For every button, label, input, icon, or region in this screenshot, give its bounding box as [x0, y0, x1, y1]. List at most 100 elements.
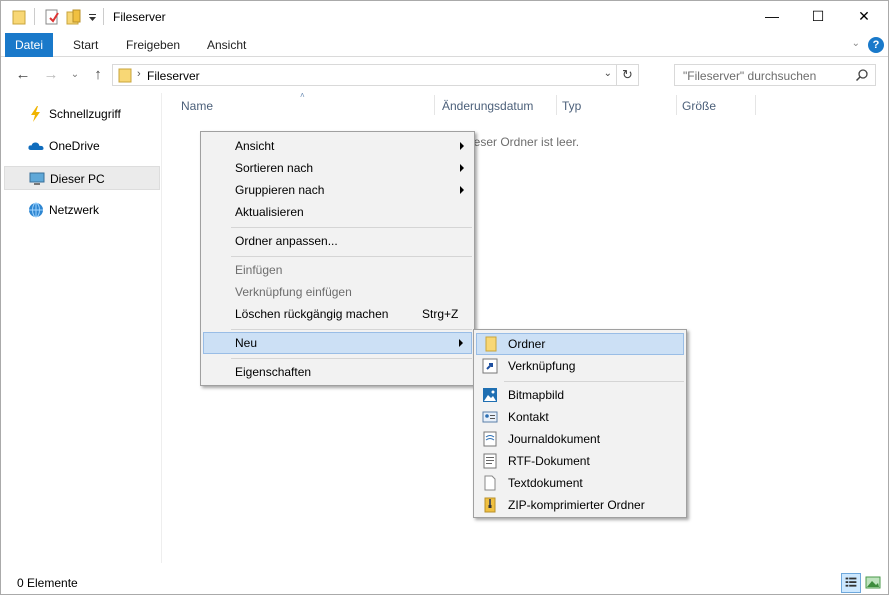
properties-icon[interactable]: [44, 9, 60, 25]
journal-icon: [483, 431, 497, 447]
menu-separator: [231, 329, 472, 330]
menu-item-eigenschaften[interactable]: Eigenschaften: [203, 361, 472, 383]
submenu-item-ordner[interactable]: Ordner: [476, 333, 684, 355]
close-button[interactable]: ✕: [841, 1, 887, 31]
recent-locations-button[interactable]: ⌄: [65, 65, 85, 85]
sidebar-item-label: Schnellzugriff: [49, 107, 121, 121]
ribbon-tabs: Datei Start Freigeben Ansicht ⌄ ?: [1, 33, 888, 57]
item-count: 0 Elemente: [17, 576, 78, 590]
submenu-arrow-icon: [460, 186, 464, 194]
minimize-icon: —: [765, 8, 779, 24]
menu-separator: [231, 256, 472, 257]
menu-item-label: Ordner anpassen...: [235, 234, 338, 248]
bitmap-icon: [483, 388, 497, 402]
menu-item-label: Einfügen: [235, 263, 283, 277]
folder-icon: [118, 68, 132, 83]
submenu-item-verknuepfung[interactable]: Verknüpfung: [476, 355, 684, 377]
minimize-button[interactable]: —: [749, 1, 795, 31]
submenu-item-journaldokument[interactable]: Journaldokument: [476, 428, 684, 450]
column-header-date[interactable]: Änderungsdatum: [442, 99, 533, 115]
menu-item-label: Journaldokument: [508, 432, 601, 446]
breadcrumb-separator-icon[interactable]: ›: [137, 68, 141, 80]
menu-item-label: Verknüpfung einfügen: [235, 285, 352, 299]
menu-item-label: Aktualisieren: [235, 205, 304, 219]
menu-item-label: Löschen rückgängig machen: [235, 307, 389, 321]
details-view-icon[interactable]: [841, 573, 861, 593]
submenu-item-zip-ordner[interactable]: ZIP-komprimierter Ordner: [476, 494, 684, 516]
search-box[interactable]: "Fileserver" durchsuchen: [674, 64, 876, 86]
menu-item-gruppieren-nach[interactable]: Gruppieren nach: [203, 179, 472, 201]
ribbon-expand-icon[interactable]: ⌄: [852, 38, 860, 49]
text-document-icon: [484, 475, 496, 491]
submenu-item-kontakt[interactable]: Kontakt: [476, 406, 684, 428]
menu-item-label: Ansicht: [235, 139, 275, 153]
maximize-icon: ☐: [811, 7, 825, 24]
column-header-size[interactable]: Größe: [682, 99, 716, 115]
folder-icon: [485, 336, 497, 352]
network-icon: [29, 202, 43, 218]
menu-item-ansicht[interactable]: Ansicht: [203, 135, 472, 157]
search-input[interactable]: "Fileserver" durchsuchen: [683, 69, 816, 83]
title-separator: [103, 8, 104, 25]
menu-item-verknuepfung-einfuegen[interactable]: Verknüpfung einfügen: [203, 281, 472, 303]
search-icon[interactable]: [855, 68, 869, 82]
menu-item-sortieren-nach[interactable]: Sortieren nach: [203, 157, 472, 179]
tab-ansicht[interactable]: Ansicht: [197, 33, 256, 57]
sidebar-item-netzwerk[interactable]: Netzwerk: [4, 198, 160, 222]
menu-item-loeschen-rueckgaengig[interactable]: Löschen rückgängig machen Strg+Z: [203, 303, 472, 325]
navigation-pane: Schnellzugriff OneDrive Dieser PC Netzwe…: [1, 93, 162, 563]
menu-item-label: Verknüpfung: [508, 359, 576, 373]
title-separator: [34, 8, 35, 25]
menu-item-label: Kontakt: [508, 410, 549, 424]
submenu-arrow-icon: [459, 339, 463, 347]
menu-item-neu[interactable]: Neu: [203, 332, 472, 354]
up-button[interactable]: ↑: [88, 65, 108, 85]
menu-item-label: Sortieren nach: [235, 161, 314, 175]
sort-ascending-icon: ˄: [300, 91, 305, 100]
help-icon[interactable]: ?: [868, 37, 884, 53]
menu-item-ordner-anpassen[interactable]: Ordner anpassen...: [203, 230, 472, 252]
sidebar-item-dieser-pc[interactable]: Dieser PC: [4, 166, 160, 190]
menu-item-einfuegen[interactable]: Einfügen: [203, 259, 472, 281]
window-title: Fileserver: [113, 10, 166, 24]
maximize-button[interactable]: ☐: [795, 1, 841, 31]
breadcrumb-fileserver[interactable]: Fileserver: [147, 69, 200, 83]
rtf-icon: [483, 453, 497, 469]
menu-item-aktualisieren[interactable]: Aktualisieren: [203, 201, 472, 223]
submenu-item-bitmapbild[interactable]: Bitmapbild: [476, 384, 684, 406]
column-divider[interactable]: [434, 95, 435, 115]
tab-start[interactable]: Start: [63, 33, 108, 57]
menu-item-label: Ordner: [508, 337, 546, 351]
new-folder-icon[interactable]: [66, 9, 82, 25]
menu-item-label: Eigenschaften: [235, 365, 312, 379]
large-icons-view-icon[interactable]: [863, 573, 883, 593]
sidebar-item-label: Dieser PC: [50, 172, 105, 186]
contact-icon: [482, 411, 498, 423]
address-dropdown-icon[interactable]: ⌄: [604, 68, 612, 79]
menu-item-label: Bitmapbild: [508, 388, 565, 402]
column-divider[interactable]: [676, 95, 677, 115]
new-submenu: Ordner Verknüpfung Bitmapbild Kontakt Jo…: [473, 329, 687, 518]
tab-datei[interactable]: Datei: [5, 33, 54, 57]
column-header-name[interactable]: Name: [181, 99, 213, 115]
sidebar-item-schnellzugriff[interactable]: Schnellzugriff: [4, 102, 160, 126]
column-divider[interactable]: [556, 95, 557, 115]
column-header-type[interactable]: Typ: [562, 99, 581, 115]
refresh-button[interactable]: ↻: [616, 65, 638, 85]
forward-button[interactable]: →: [41, 65, 61, 85]
tab-freigeben[interactable]: Freigeben: [116, 33, 190, 57]
menu-item-label: ZIP-komprimierter Ordner: [508, 498, 645, 512]
column-divider[interactable]: [755, 95, 756, 115]
back-button[interactable]: ←: [13, 65, 33, 85]
address-bar[interactable]: › Fileserver ⌄ ↻: [112, 64, 639, 86]
menu-separator: [231, 227, 472, 228]
menu-separator: [231, 358, 472, 359]
customize-quick-access-icon[interactable]: [88, 9, 98, 25]
star-icon: [31, 106, 40, 122]
status-bar: 0 Elemente: [1, 571, 888, 595]
sidebar-item-onedrive[interactable]: OneDrive: [4, 134, 160, 158]
folder-icon[interactable]: [12, 9, 26, 25]
submenu-item-textdokument[interactable]: Textdokument: [476, 472, 684, 494]
submenu-item-rtf-dokument[interactable]: RTF-Dokument: [476, 450, 684, 472]
explorer-window: Fileserver — ☐ ✕ Datei Start Freigeben A…: [0, 0, 889, 595]
